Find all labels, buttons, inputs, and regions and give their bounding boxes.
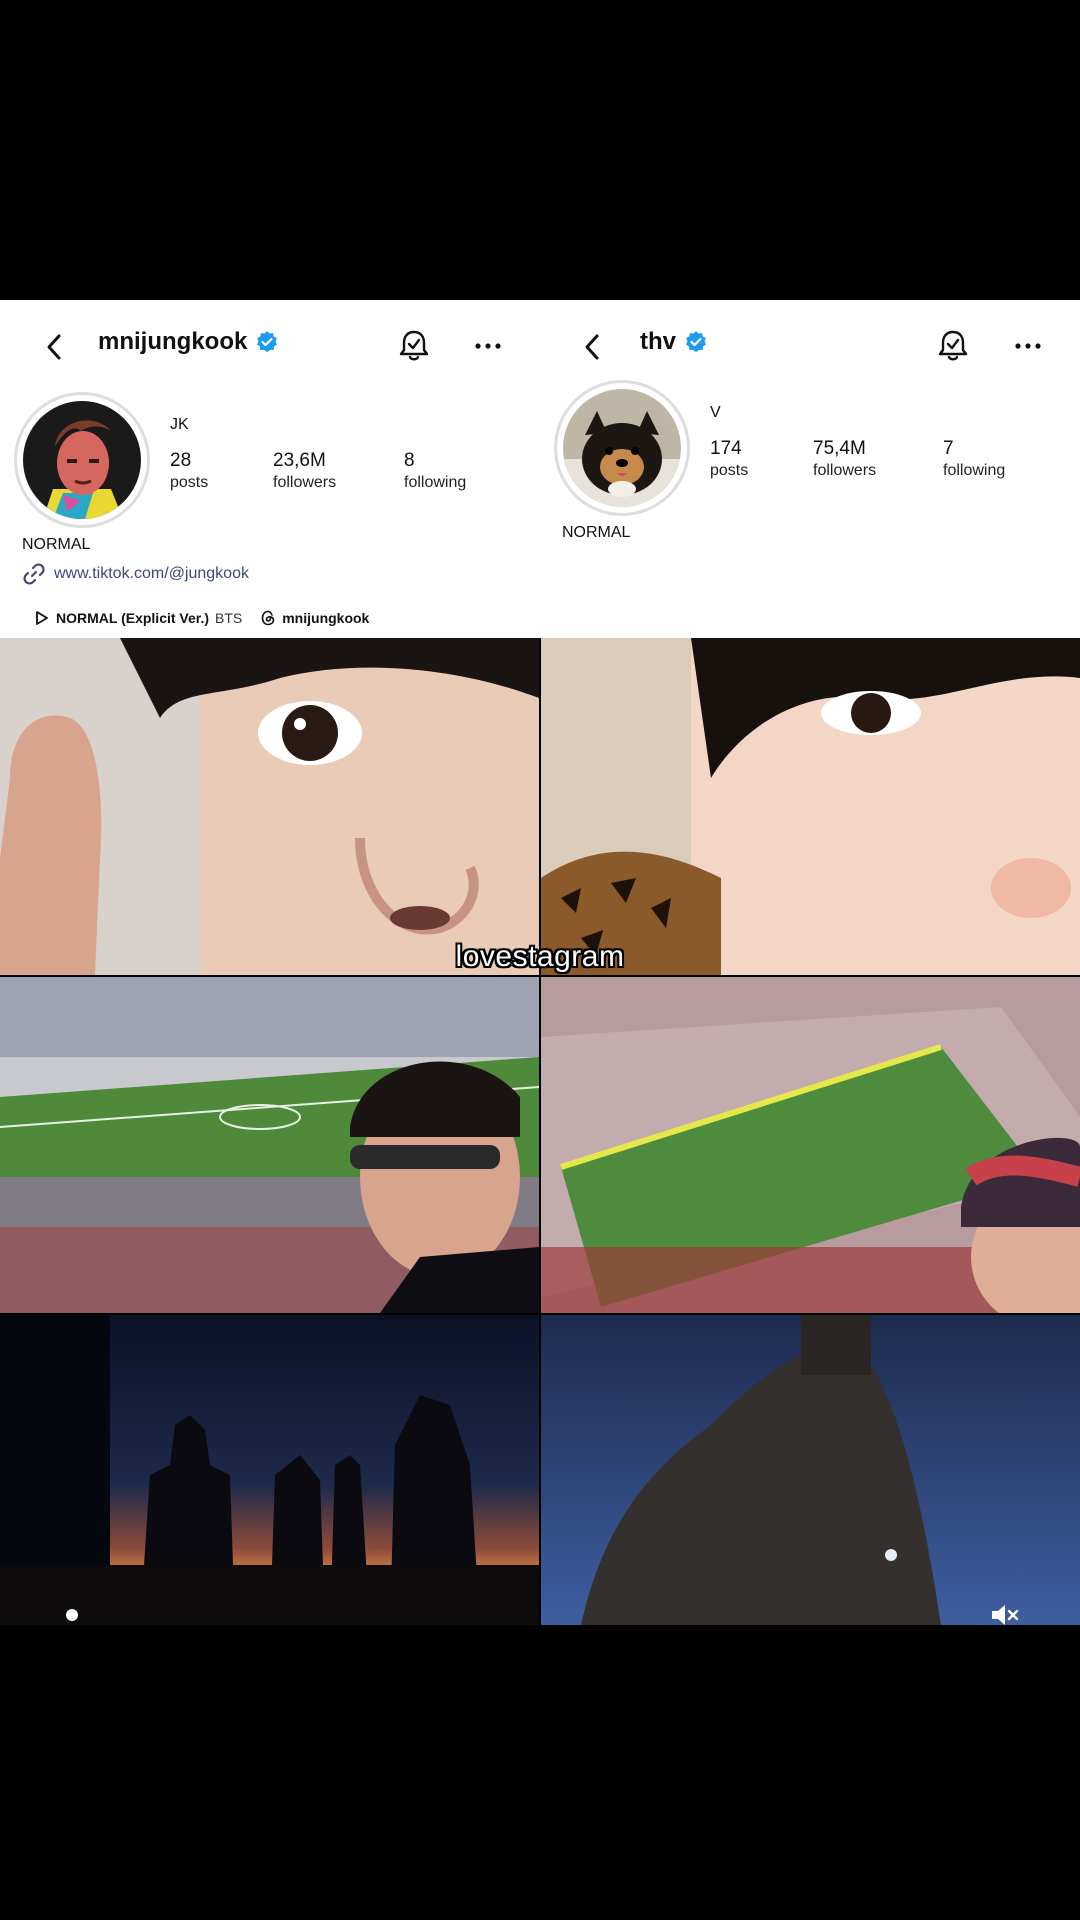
right-profile-header: thv V 174 posts 75,4M followers 7 follow…	[540, 300, 1080, 638]
music-title: NORMAL (Explicit Ver.)	[56, 610, 209, 626]
video-caption: lovestagram	[455, 940, 625, 973]
right-followers-stat[interactable]: 75,4M followers	[813, 438, 876, 480]
right-topbar: thv	[540, 322, 1080, 372]
stat-label: following	[404, 474, 467, 491]
left-profile-link[interactable]: www.tiktok.com/@jungkook	[22, 562, 249, 586]
link-text: www.tiktok.com/@jungkook	[54, 565, 249, 582]
bell-icon[interactable]	[936, 328, 970, 364]
grid-post-selfie-left[interactable]	[0, 638, 539, 975]
right-avatar[interactable]	[554, 380, 690, 516]
grid-post-stadium-right[interactable]	[541, 977, 1080, 1313]
right-username-row[interactable]: thv	[640, 328, 708, 356]
mute-icon[interactable]	[990, 1602, 1020, 1628]
grid-post-statue-night[interactable]	[541, 1315, 1080, 1625]
bell-icon[interactable]	[397, 328, 431, 364]
link-icon	[23, 563, 45, 585]
verified-icon	[257, 331, 278, 352]
left-avatar[interactable]	[14, 392, 150, 528]
back-icon[interactable]	[40, 332, 70, 362]
post-image	[0, 638, 539, 975]
right-bio: NORMAL	[562, 524, 631, 541]
stat-label: posts	[710, 462, 749, 479]
grid-post-selfie-right[interactable]	[541, 638, 1080, 975]
stat-number: 8	[404, 450, 415, 471]
right-username: thv	[640, 328, 676, 355]
music-chip[interactable]: NORMAL (Explicit Ver.) BTS	[34, 610, 242, 626]
grid-post-stadium-left[interactable]	[0, 977, 539, 1313]
back-icon[interactable]	[578, 332, 608, 362]
threads-icon	[261, 610, 275, 626]
stat-number: 28	[170, 450, 192, 471]
right-following-stat[interactable]: 7 following	[943, 438, 1005, 480]
cartoon-avatar-image	[23, 401, 141, 519]
left-username-row[interactable]: mnijungkook	[98, 328, 279, 356]
more-options-icon[interactable]	[1013, 336, 1043, 356]
screen: mnijungkook JK 28 posts 23,6M followers …	[0, 0, 1080, 1920]
play-icon	[36, 611, 48, 625]
right-posts-stat[interactable]: 174 posts	[710, 438, 748, 480]
left-posts-stat[interactable]: 28 posts	[170, 450, 208, 492]
grid-post-sunset-silhouette[interactable]	[0, 1315, 539, 1625]
stat-number: 174	[710, 438, 742, 459]
right-display-name: V	[710, 404, 721, 421]
left-bio: NORMAL	[22, 536, 91, 553]
left-profile-header: mnijungkook JK 28 posts 23,6M followers …	[0, 300, 540, 638]
left-profile-chips: NORMAL (Explicit Ver.) BTS mnijungkook	[34, 610, 369, 626]
left-display-name: JK	[170, 416, 189, 433]
video-progress-dot	[66, 1609, 78, 1621]
left-followers-stat[interactable]: 23,6M followers	[273, 450, 336, 492]
stat-label: following	[943, 462, 1006, 479]
stat-label: followers	[813, 462, 877, 479]
post-image	[541, 1315, 1080, 1625]
dog-avatar-image	[563, 389, 681, 507]
photo-grid	[0, 638, 1080, 1673]
post-image	[0, 1315, 539, 1625]
stat-number: 7	[943, 438, 954, 459]
post-image	[541, 977, 1080, 1313]
post-image	[541, 638, 1080, 975]
left-username: mnijungkook	[98, 328, 248, 355]
threads-chip[interactable]: mnijungkook	[260, 610, 369, 626]
post-image	[0, 977, 539, 1313]
left-following-stat[interactable]: 8 following	[404, 450, 466, 492]
threads-handle: mnijungkook	[282, 610, 370, 626]
stat-label: followers	[273, 474, 337, 491]
stat-number: 23,6M	[273, 450, 326, 471]
stat-label: posts	[170, 474, 209, 491]
verified-icon	[686, 331, 706, 352]
stat-number: 75,4M	[813, 438, 866, 459]
music-artist: BTS	[215, 610, 243, 626]
left-topbar: mnijungkook	[0, 322, 540, 372]
more-options-icon[interactable]	[473, 336, 503, 356]
